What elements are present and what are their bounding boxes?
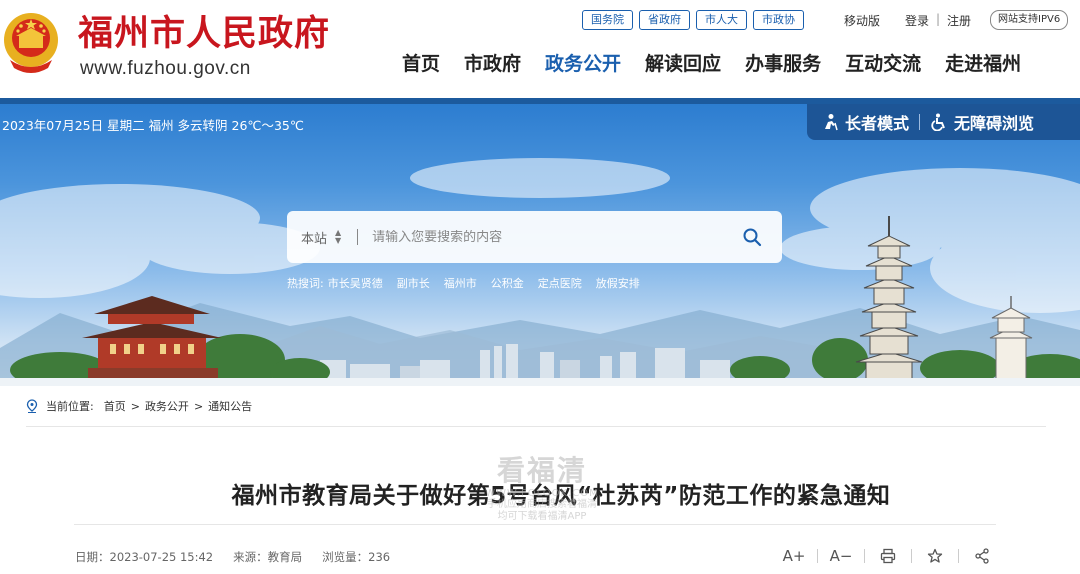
- tool-divider: [817, 549, 818, 563]
- article-meta: 日期：2023-07-25 15:42 来源：教育局 浏览量：236: [75, 549, 390, 565]
- hot-word[interactable]: 副市长: [397, 275, 430, 291]
- tool-divider: [958, 549, 959, 563]
- gov-links: 国务院 省政府 市人大 市政协: [582, 10, 804, 30]
- wheelchair-icon: [931, 113, 945, 131]
- breadcrumb-government-affairs[interactable]: 政务公开: [145, 398, 189, 414]
- breadcrumb-notices[interactable]: 通知公告: [208, 398, 252, 414]
- print-button[interactable]: [876, 546, 900, 566]
- nav-about-fuzhou[interactable]: 走进福州: [933, 52, 1033, 76]
- breadcrumb: 当前位置: 首页 > 政务公开 > 通知公告: [26, 398, 252, 414]
- access-divider: [919, 114, 921, 130]
- hot-search-words: 热搜词: 市长吴贤德 副市长 福州市 公积金 定点医院 放假安排: [287, 275, 640, 291]
- font-increase-button[interactable]: A+: [782, 546, 806, 566]
- search-box: 本站 ▲ ▼: [287, 211, 782, 263]
- article-card: 当前位置: 首页 > 政务公开 > 通知公告 福州市教育局关于做好第5号台风“杜…: [26, 386, 1046, 574]
- hot-word[interactable]: 公积金: [491, 275, 524, 291]
- gov-link-state-council[interactable]: 国务院: [582, 10, 633, 30]
- gov-link-peoples-congress[interactable]: 市人大: [696, 10, 747, 30]
- search-input[interactable]: [372, 229, 733, 245]
- title-divider: [74, 524, 996, 525]
- site-title[interactable]: 福州市人民政府: [78, 12, 330, 56]
- nav-city-government[interactable]: 市政府: [452, 52, 533, 76]
- share-icon: [975, 548, 989, 564]
- hot-word[interactable]: 市长吴贤德: [328, 275, 383, 291]
- font-decrease-button[interactable]: A−: [829, 546, 853, 566]
- breadcrumb-separator: >: [193, 399, 204, 413]
- elder-icon: [825, 114, 838, 131]
- hero-banner: 2023年07月25日 星期二 福州 多云转阴 26℃～35℃ 长者模式 无障碍…: [0, 98, 1080, 386]
- breadcrumb-label: 当前位置:: [46, 400, 94, 413]
- search-scope-value: 本站: [301, 231, 328, 247]
- hot-word[interactable]: 放假安排: [596, 275, 640, 291]
- gov-link-province[interactable]: 省政府: [639, 10, 690, 30]
- article-title: 福州市教育局关于做好第5号台风“杜苏芮”防范工作的紧急通知: [231, 483, 891, 509]
- accessible-browsing-label: 无障碍浏览: [954, 114, 1035, 133]
- accessibility-bar: 长者模式 无障碍浏览: [807, 104, 1080, 140]
- breadcrumb-home[interactable]: 首页: [104, 398, 126, 414]
- publish-date: 日期：2023-07-25 15:42: [75, 550, 214, 564]
- accessible-browsing-button[interactable]: 无障碍浏览: [930, 110, 1034, 134]
- article-tools: A+ A−: [782, 546, 994, 566]
- elder-mode-button[interactable]: 长者模式: [821, 110, 909, 134]
- tool-divider: [864, 549, 865, 563]
- mobile-version-link[interactable]: 移动版: [844, 12, 880, 29]
- gov-link-cppcc[interactable]: 市政协: [753, 10, 804, 30]
- favorite-button[interactable]: [923, 546, 947, 566]
- hot-word[interactable]: 定点医院: [538, 275, 582, 291]
- share-button[interactable]: [970, 546, 994, 566]
- view-count: 浏览量：236: [322, 550, 391, 564]
- search-icon[interactable]: [742, 227, 762, 247]
- site-url[interactable]: www.fuzhou.gov.cn: [80, 58, 251, 80]
- nav-interaction[interactable]: 互动交流: [833, 52, 933, 76]
- ipv6-badge: 网站支持IPV6: [990, 10, 1069, 30]
- nav-interpretation[interactable]: 解读回应: [633, 52, 733, 76]
- nav-government-affairs[interactable]: 政务公开: [533, 52, 633, 76]
- print-icon: [880, 548, 896, 564]
- breadcrumb-separator: >: [130, 399, 140, 413]
- register-link[interactable]: 注册: [947, 12, 971, 29]
- national-emblem-icon: [4, 13, 58, 73]
- nav-home[interactable]: 首页: [390, 52, 452, 76]
- site-header: 福州市人民政府 www.fuzhou.gov.cn 国务院 省政府 市人大 市政…: [0, 0, 1080, 98]
- login-link[interactable]: 登录: [905, 12, 929, 29]
- star-icon: [927, 548, 943, 563]
- main-nav: 首页 市政府 政务公开 解读回应 办事服务 互动交流 走进福州: [390, 52, 1033, 76]
- scope-sort-icon: ▲ ▼: [335, 228, 342, 245]
- location-pin-icon: [26, 399, 38, 413]
- util-separator: |: [936, 12, 941, 26]
- elder-mode-label: 长者模式: [845, 114, 910, 133]
- date-weather-text: 2023年07月25日 星期二 福州 多云转阴 26℃～35℃: [2, 118, 304, 133]
- article-source: 来源：教育局: [233, 550, 303, 564]
- search-divider: [357, 229, 359, 245]
- hot-search-label: 热搜词:: [287, 277, 324, 290]
- tool-divider: [911, 549, 912, 563]
- search-scope-select[interactable]: 本站 ▲ ▼: [301, 228, 341, 247]
- hot-word[interactable]: 福州市: [444, 275, 477, 291]
- nav-services[interactable]: 办事服务: [733, 52, 833, 76]
- breadcrumb-divider: [26, 426, 1046, 427]
